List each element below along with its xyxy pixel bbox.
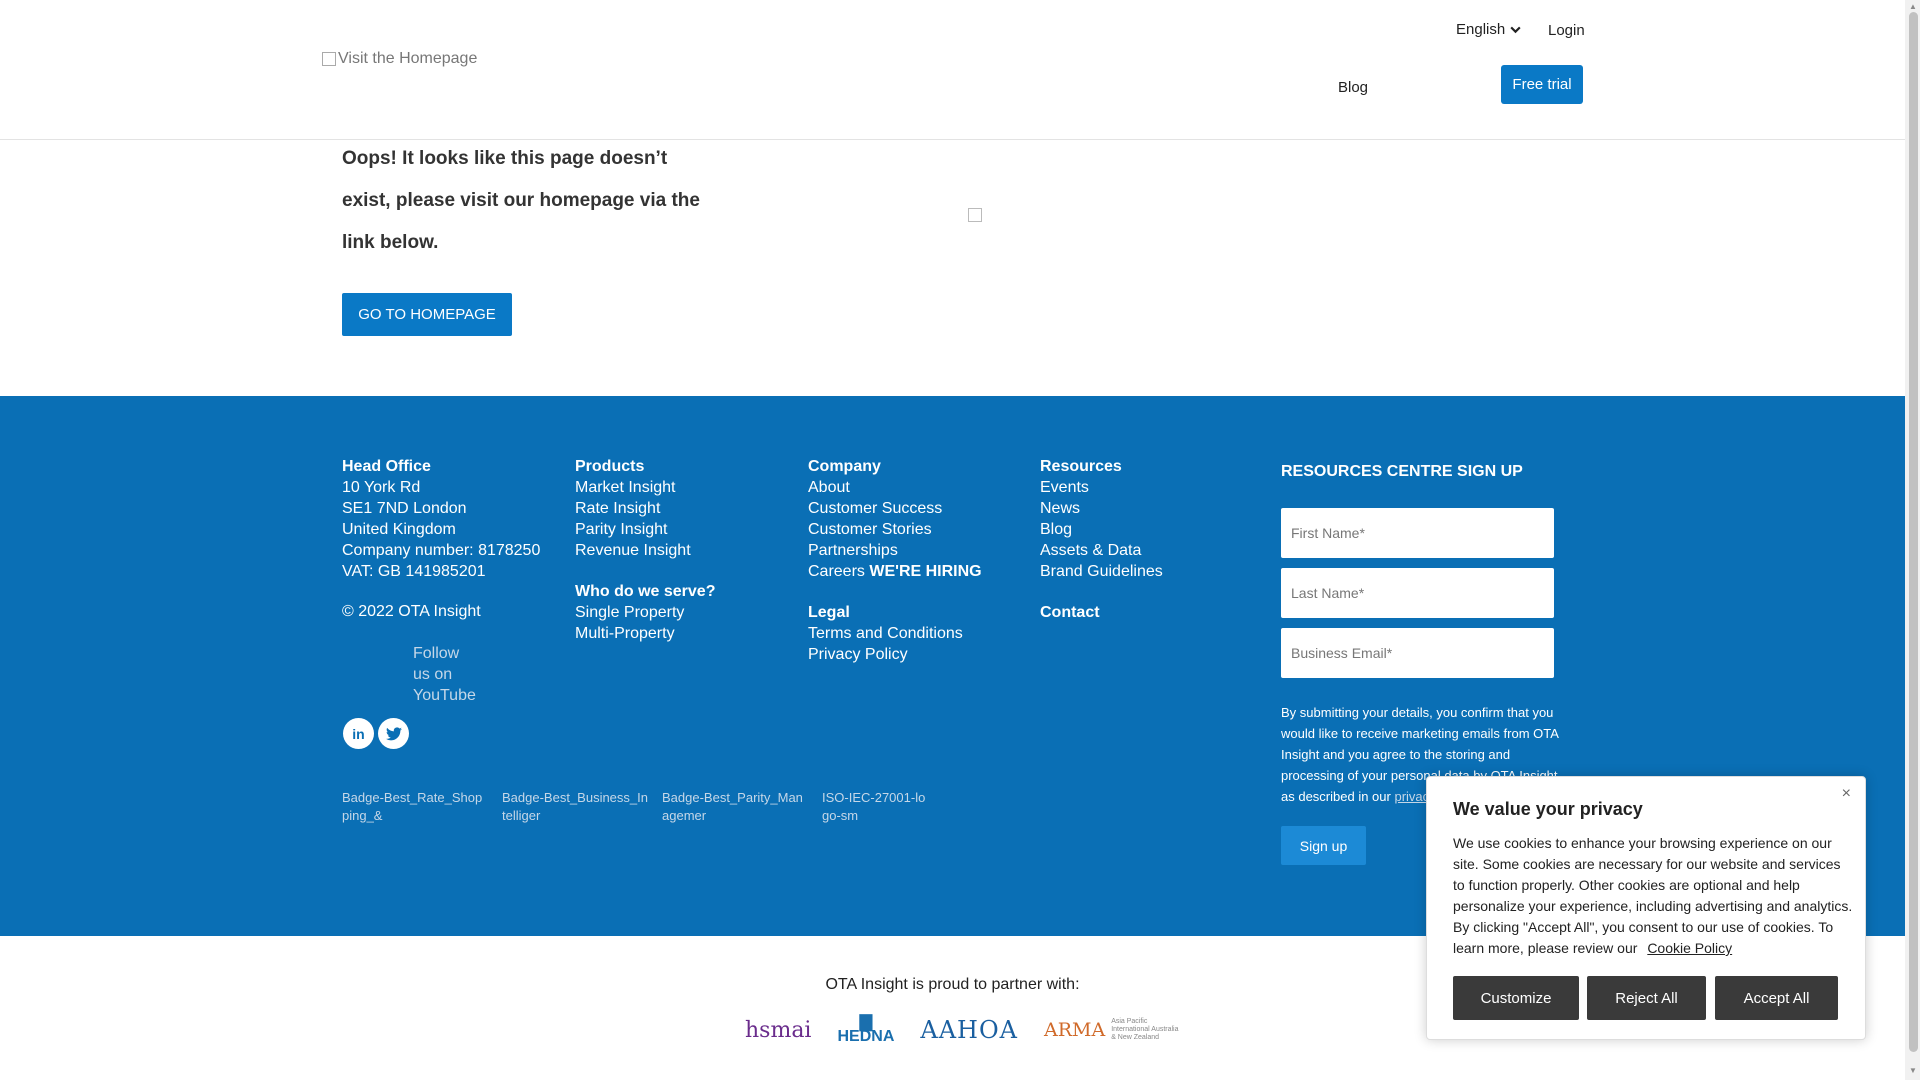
cookie-consent-dialog: × We value your privacy We use cookies t… (1426, 776, 1866, 1040)
footer-link[interactable]: Events (1040, 477, 1163, 498)
head-office-title: Head Office (342, 458, 431, 475)
footer-link[interactable]: Market Insight (575, 477, 715, 498)
customize-button[interactable]: Customize (1453, 976, 1579, 1020)
resources-column: Resources Events News Blog Assets & Data… (1040, 456, 1163, 623)
go-to-homepage-button[interactable]: GO TO HOMEPAGE (342, 293, 512, 336)
vat-number: VAT: GB 141985201 (342, 563, 486, 580)
footer-link[interactable]: Privacy Policy (808, 644, 982, 665)
footer-link[interactable]: News (1040, 498, 1163, 519)
last-name-field[interactable]: Last Name* (1281, 568, 1554, 618)
resources-title: Resources (1040, 458, 1122, 475)
hedna-text: HEDNA (837, 1028, 895, 1045)
cookie-body: We use cookies to enhance your browsing … (1453, 833, 1853, 959)
legal-title: Legal (808, 604, 850, 621)
company-number: Company number: 8178250 (342, 542, 541, 559)
footer-link[interactable]: Single Property (575, 602, 715, 623)
arma-text: ARMA (1043, 1019, 1106, 1041)
signup-title: RESOURCES CENTRE SIGN UP (1281, 463, 1523, 480)
footer-link[interactable]: Customer Stories (808, 519, 982, 540)
iso-badge-image: ISO-IEC-27001-logo-sm (822, 790, 926, 823)
logo-alt-text: Visit the Homepage (338, 50, 478, 67)
aahoa-logo: AAHOA (920, 1016, 1018, 1044)
address-line: 10 York Rd (342, 479, 421, 496)
footer-link[interactable]: Rate Insight (575, 498, 715, 519)
free-trial-button[interactable]: Free trial (1501, 65, 1583, 104)
twitter-icon[interactable] (378, 718, 409, 749)
partner-logos: hsmai ▇ HEDNA AAHOA ARMA Asia Pacific Int… (745, 1010, 1181, 1050)
contact-link[interactable]: Contact (1040, 602, 1163, 623)
footer-link[interactable]: Parity Insight (575, 519, 715, 540)
sign-up-button[interactable]: Sign up (1281, 826, 1366, 865)
footer-link[interactable]: Brand Guidelines (1040, 561, 1163, 582)
award-badges: Badge-Best_Rate_Shopping_& Badge-Best_Bu… (342, 789, 932, 829)
broken-image-icon (968, 208, 982, 222)
badge-image: Badge-Best_Parity_Managemer (662, 790, 803, 823)
scroll-down-icon[interactable]: ▼ (1909, 1066, 1917, 1075)
chevron-down-icon (1510, 26, 1521, 34)
reject-all-button[interactable]: Reject All (1587, 976, 1706, 1020)
nav-blog-link[interactable]: Blog (1338, 79, 1368, 96)
footer-link[interactable]: Revenue Insight (575, 540, 715, 561)
hsmai-logo: hsmai (745, 1018, 811, 1043)
copyright: © 2022 OTA Insight (342, 603, 481, 620)
footer-link[interactable]: Customer Success (808, 498, 982, 519)
careers-label: Careers (808, 563, 865, 580)
cookie-text: We use cookies to enhance your browsing … (1453, 835, 1853, 956)
broken-image-icon (322, 52, 336, 66)
cookie-title: We value your privacy (1453, 799, 1643, 819)
scrollbar-thumb[interactable] (1909, 12, 1918, 1052)
scroll-up-icon[interactable]: ▲ (1909, 2, 1917, 11)
language-label: English (1456, 21, 1506, 38)
first-name-field[interactable]: First Name* (1281, 508, 1554, 558)
company-title: Company (808, 458, 881, 475)
homepage-logo-link[interactable]: Visit the Homepage (322, 50, 477, 68)
head-office-column: Head Office 10 York Rd SE1 7ND London Un… (342, 456, 540, 582)
arma-subtitle: Asia Pacific International Australia & N… (1111, 1018, 1179, 1041)
accept-all-button[interactable]: Accept All (1715, 976, 1838, 1020)
footer-link[interactable]: Assets & Data (1040, 540, 1163, 561)
products-column: Products Market Insight Rate Insight Par… (575, 456, 715, 644)
products-title: Products (575, 458, 645, 475)
badge-image: Badge-Best_Business_Intelliger (502, 790, 648, 823)
youtube-link[interactable]: Follow us on YouTube (413, 643, 476, 706)
company-column: Company About Customer Success Customer … (808, 456, 982, 665)
footer-link[interactable]: Blog (1040, 519, 1163, 540)
careers-link[interactable]: Careers WE'RE HIRING (808, 561, 982, 582)
serve-title: Who do we serve? (575, 583, 716, 600)
footer-link[interactable]: Partnerships (808, 540, 982, 561)
business-email-field[interactable]: Business Email* (1281, 628, 1554, 678)
error-message: Oops! It looks like this page doesn’t ex… (342, 148, 700, 253)
badge-image: Badge-Best_Rate_Shopping_& (342, 790, 483, 823)
site-header: Visit the Homepage English Login Blog Fr… (0, 0, 1905, 140)
close-icon[interactable]: × (1842, 785, 1851, 803)
hiring-badge: WE'RE HIRING (869, 563, 982, 580)
hsmai-text: hsmai (745, 1017, 812, 1043)
footer-link[interactable]: About (808, 477, 982, 498)
address-line: United Kingdom (342, 521, 456, 538)
hedna-logo: ▇ HEDNA (837, 1014, 895, 1045)
login-link[interactable]: Login (1548, 22, 1585, 39)
footer-link[interactable]: Multi-Property (575, 623, 715, 644)
arma-logo: ARMA Asia Pacific International Australi… (1044, 1018, 1181, 1042)
cookie-policy-link[interactable]: Cookie Policy (1647, 940, 1732, 956)
language-selector[interactable]: English (1456, 21, 1522, 38)
linkedin-icon[interactable]: in (343, 718, 374, 749)
footer-link[interactable]: Terms and Conditions (808, 623, 982, 644)
address-line: SE1 7ND London (342, 500, 467, 517)
